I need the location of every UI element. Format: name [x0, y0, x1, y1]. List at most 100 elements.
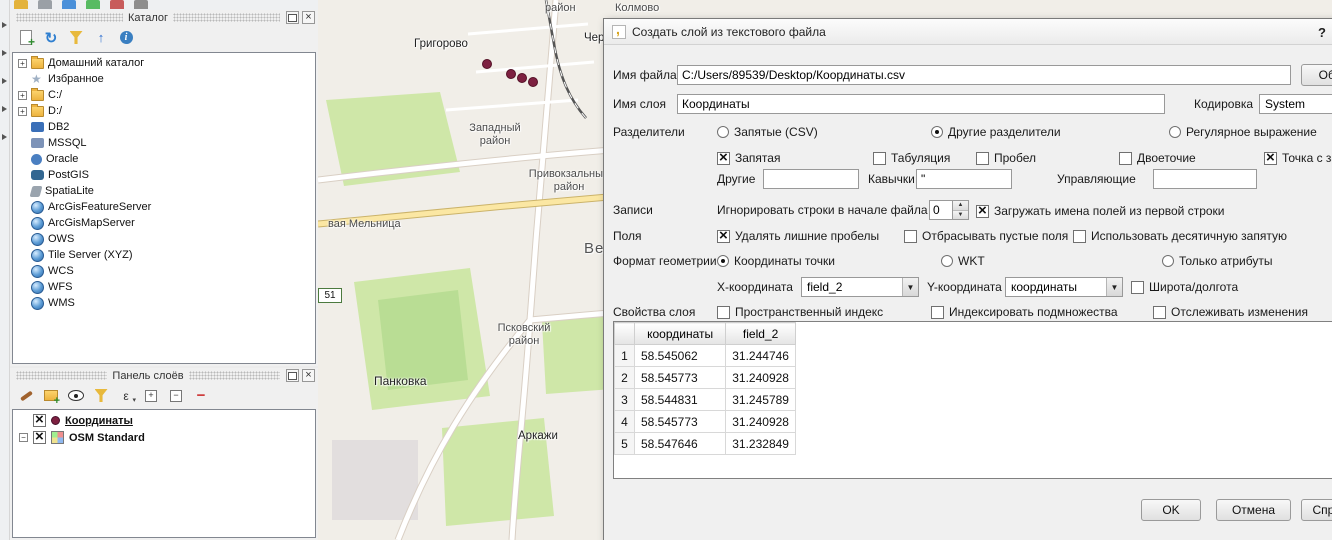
- skip-lines-spinner[interactable]: ▲▼: [929, 200, 969, 220]
- browser-item-oracle[interactable]: +Oracle: [13, 151, 315, 167]
- checkbox-spatial-index[interactable]: Пространственный индекс: [717, 303, 883, 321]
- collapse-all-icon[interactable]: [92, 29, 110, 47]
- browser-item-wms[interactable]: +WMS: [13, 295, 315, 311]
- escape-input[interactable]: [1153, 169, 1257, 189]
- browser-item-tile-server[interactable]: +Tile Server (XYZ): [13, 247, 315, 263]
- add-selected-layer-icon[interactable]: [17, 29, 35, 47]
- filter-legend-icon[interactable]: [92, 387, 110, 405]
- browser-item-drive-c[interactable]: +C:/: [13, 87, 315, 103]
- browser-item-spatialite[interactable]: +SpatiaLite: [13, 183, 315, 199]
- browser-item-arcgis-feature[interactable]: +ArcGisFeatureServer: [13, 199, 315, 215]
- help-button[interactable]: Справка: [1301, 499, 1332, 521]
- y-coordinate-select[interactable]: координаты ▼: [1005, 277, 1123, 297]
- expand-icon[interactable]: +: [18, 107, 27, 116]
- radio-custom-delimiters[interactable]: Другие разделители: [931, 123, 1061, 141]
- layer-item-koordinaty[interactable]: + Координаты: [13, 412, 315, 429]
- layers-float-button[interactable]: [286, 369, 299, 382]
- radio-wkt[interactable]: WKT: [941, 252, 985, 270]
- toolbar-icon[interactable]: [38, 0, 52, 9]
- expand-icon[interactable]: +: [18, 59, 27, 68]
- properties-icon[interactable]: [117, 29, 135, 47]
- collapse-all-layers-icon[interactable]: [167, 387, 185, 405]
- table-row[interactable]: 358.54483131.245789: [615, 389, 1332, 411]
- others-input[interactable]: [763, 169, 859, 189]
- radio-attributes-only[interactable]: Только атрибуты: [1162, 252, 1272, 270]
- radio-point-coordinates[interactable]: Координаты точки: [717, 252, 835, 270]
- browser-item-db2[interactable]: +DB2: [13, 119, 315, 135]
- layer-name-input[interactable]: [677, 94, 1165, 114]
- table-row[interactable]: 458.54577331.240928: [615, 411, 1332, 433]
- layer-item-osm-standard[interactable]: − OSM Standard: [13, 429, 315, 446]
- radio-regex[interactable]: Регулярное выражение: [1169, 123, 1317, 141]
- dock-tab-icon[interactable]: [2, 50, 7, 56]
- checkbox-semicolon[interactable]: Точка с запятой: [1264, 149, 1332, 167]
- encoding-select[interactable]: System ▼: [1259, 94, 1332, 114]
- table-row[interactable]: 558.54764631.232849: [615, 433, 1332, 455]
- expression-filter-icon[interactable]: [117, 387, 135, 405]
- refresh-icon[interactable]: [42, 29, 60, 47]
- toolbar-icon[interactable]: [110, 0, 124, 9]
- dialog-help-button[interactable]: ?: [1312, 22, 1332, 42]
- layer-visibility-checkbox[interactable]: [33, 414, 46, 427]
- layer-styling-icon[interactable]: [17, 387, 35, 405]
- file-name-input[interactable]: [677, 65, 1291, 85]
- dialog-titlebar[interactable]: Создать слой из текстового файла ?: [604, 19, 1332, 45]
- checkbox-discard-empty[interactable]: Отбрасывать пустые поля: [904, 227, 1068, 245]
- column-header[interactable]: координаты: [634, 323, 725, 345]
- toolbar-icon[interactable]: [134, 0, 148, 9]
- radio-csv[interactable]: Запятые (CSV): [717, 123, 818, 141]
- browser-float-button[interactable]: [286, 11, 299, 24]
- browser-item-favorites[interactable]: +Избранное: [13, 71, 315, 87]
- cancel-button[interactable]: Отмена: [1216, 499, 1291, 521]
- browser-item-wcs[interactable]: +WCS: [13, 263, 315, 279]
- browser-close-button[interactable]: [302, 11, 315, 24]
- checkbox-watch-file[interactable]: Отслеживать изменения: [1153, 303, 1308, 321]
- expand-all-icon[interactable]: [142, 387, 160, 405]
- ok-button[interactable]: OK: [1141, 499, 1201, 521]
- browser-item-mssql[interactable]: +MSSQL: [13, 135, 315, 151]
- quote-label: Кавычки: [868, 169, 915, 189]
- dock-tab-icon[interactable]: [2, 106, 7, 112]
- quote-input[interactable]: [916, 169, 1012, 189]
- browse-button[interactable]: Обзор: [1301, 64, 1332, 86]
- browser-toolbar: [10, 25, 318, 50]
- table-row[interactable]: 158.54506231.244746: [615, 345, 1332, 367]
- dock-tab-icon[interactable]: [2, 78, 7, 84]
- add-group-icon[interactable]: [42, 387, 60, 405]
- dock-tab-icon[interactable]: [2, 134, 7, 140]
- browser-item-wfs[interactable]: +WFS: [13, 279, 315, 295]
- layer-visibility-checkbox[interactable]: [33, 431, 46, 444]
- checkbox-tab[interactable]: Табуляция: [873, 149, 950, 167]
- table-row[interactable]: 258.54577331.240928: [615, 367, 1332, 389]
- table-header-row: координаты field_2: [615, 323, 1332, 345]
- checkbox-colon[interactable]: Двоеточие: [1119, 149, 1196, 167]
- layers-close-button[interactable]: [302, 369, 315, 382]
- spin-down-icon[interactable]: ▼: [953, 210, 968, 219]
- browser-item-ows[interactable]: +OWS: [13, 231, 315, 247]
- checkbox-trim-fields[interactable]: Удалять лишние пробелы: [717, 227, 879, 245]
- checkbox-subset-index[interactable]: Индексировать подмножества: [931, 303, 1118, 321]
- toolbar-icon[interactable]: [14, 0, 28, 9]
- dock-tab-icon[interactable]: [2, 22, 7, 28]
- checkbox-decimal-comma[interactable]: Использовать десятичную запятую: [1073, 227, 1287, 245]
- browser-item-drive-d[interactable]: +D:/: [13, 103, 315, 119]
- spin-up-icon[interactable]: ▲: [953, 201, 968, 210]
- toolbar-icon[interactable]: [86, 0, 100, 9]
- expand-icon[interactable]: +: [18, 91, 27, 100]
- x-coordinate-select[interactable]: field_2 ▼: [801, 277, 919, 297]
- toolbar-icon[interactable]: [62, 0, 76, 9]
- checkbox-space[interactable]: Пробел: [976, 149, 1036, 167]
- titlebar-texture: [189, 371, 280, 380]
- browser-item-arcgis-map[interactable]: +ArcGisMapServer: [13, 215, 315, 231]
- sample-data-table[interactable]: координаты field_2 158.54506231.244746 2…: [613, 321, 1332, 479]
- browser-item-home[interactable]: +Домашний каталог: [13, 55, 315, 71]
- remove-layer-icon[interactable]: [192, 387, 210, 405]
- checkbox-comma[interactable]: Запятая: [717, 149, 780, 167]
- filter-browser-icon[interactable]: [67, 29, 85, 47]
- checkbox-dms-coordinates[interactable]: Широта/долгота: [1131, 278, 1238, 296]
- checkbox-header-from-first-row[interactable]: Загружать имена полей из первой строки: [976, 202, 1225, 220]
- column-header[interactable]: field_2: [726, 323, 796, 345]
- map-themes-icon[interactable]: [67, 387, 85, 405]
- collapse-layer-icon[interactable]: −: [19, 433, 28, 442]
- browser-item-postgis[interactable]: +PostGIS: [13, 167, 315, 183]
